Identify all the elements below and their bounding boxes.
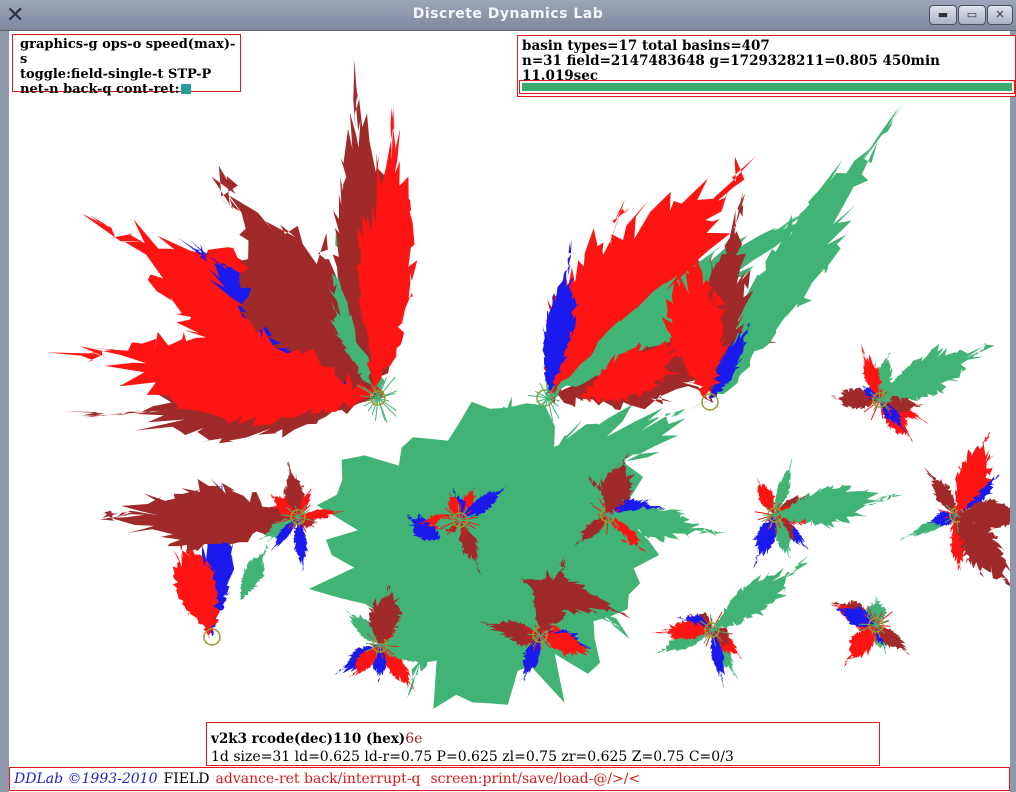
basin-small-branch [751, 514, 777, 569]
basin-field-canvas[interactable] [0, 31, 1016, 765]
maximize-button[interactable]: ▭ [958, 5, 986, 25]
title-bar[interactable]: ✕ Discrete Dynamics Lab ▬ ▭ ✕ [0, 0, 1016, 31]
rule-code-line: v2k3 rcode(dec)110 (hex)6e [211, 731, 423, 747]
close-button[interactable]: ✕ [987, 5, 1013, 25]
basin-types-text: basin types=17 total basins=407 [522, 38, 770, 54]
window-title: Discrete Dynamics Lab [412, 6, 604, 22]
basin-tree-branch [711, 555, 809, 631]
cont-ret-color-swatch [181, 84, 192, 94]
options-line-net: net-n back-q cont-ret: [20, 82, 240, 97]
window-frame-right [1010, 31, 1016, 792]
basin-field-graphics [45, 48, 1016, 709]
ddlab-brand: DDLab ©1993-2010 [14, 771, 158, 787]
options-line-graphics: graphics-g ops-o speed(max)-s [20, 37, 236, 67]
keyboard-options-panel: graphics-g ops-o speed(max)-s toggle:fie… [12, 34, 241, 97]
options-line-toggle: toggle:field-single-t STP-P [20, 67, 212, 82]
rule-params-line: 1d size=31 ld=0.625 ld-r=0.75 P=0.625 zl… [211, 749, 734, 765]
mode-label: FIELD [163, 771, 210, 787]
status-bar: DDLab ©1993-2010 FIELD advance-ret back/in… [9, 767, 1010, 791]
basin-tree-branch [239, 544, 269, 600]
screen-hint: screen:print/save/load-@/>/< [430, 771, 641, 787]
minimize-icon: ▬ [937, 8, 949, 21]
progress-bar [519, 80, 1015, 94]
rule-info-panel: v2k3 rcode(dec)110 (hex)6e 1d size=31 ld… [206, 722, 880, 766]
minimize-button[interactable]: ▬ [929, 5, 957, 25]
rule-hex-value: 6e [405, 731, 423, 747]
close-icon: ✕ [995, 8, 1005, 21]
basin-tree-branch [878, 343, 995, 403]
progress-bar-fill [522, 83, 1012, 91]
basin-tree-branch [100, 478, 300, 552]
window-frame-left [0, 31, 9, 792]
maximize-icon: ▭ [966, 8, 978, 21]
advance-hint: advance-ret back/interrupt-q [215, 771, 421, 787]
